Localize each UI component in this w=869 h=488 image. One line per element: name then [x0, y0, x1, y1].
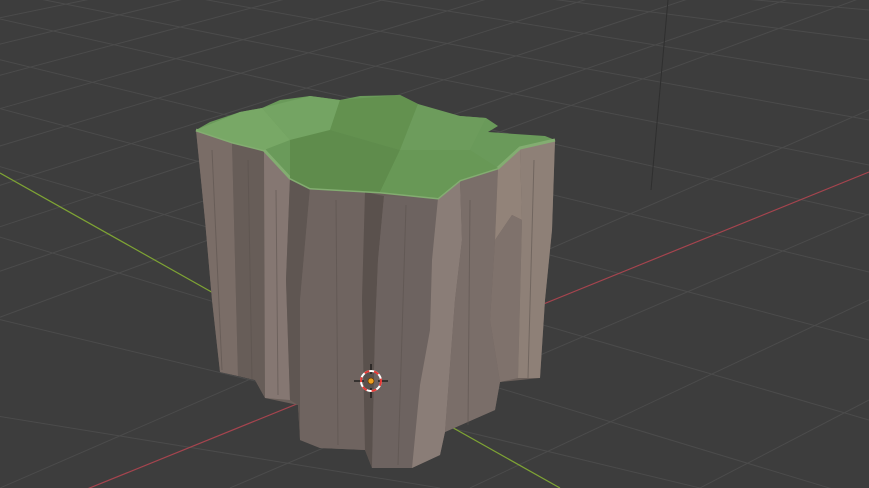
viewport-canvas[interactable]: [0, 0, 869, 488]
z-axis-line: [650, 0, 669, 191]
rock-facet: [300, 188, 365, 450]
rock-pillar-object[interactable]: [195, 95, 556, 468]
3d-viewport[interactable]: [0, 0, 869, 488]
rock-facet: [518, 140, 555, 378]
